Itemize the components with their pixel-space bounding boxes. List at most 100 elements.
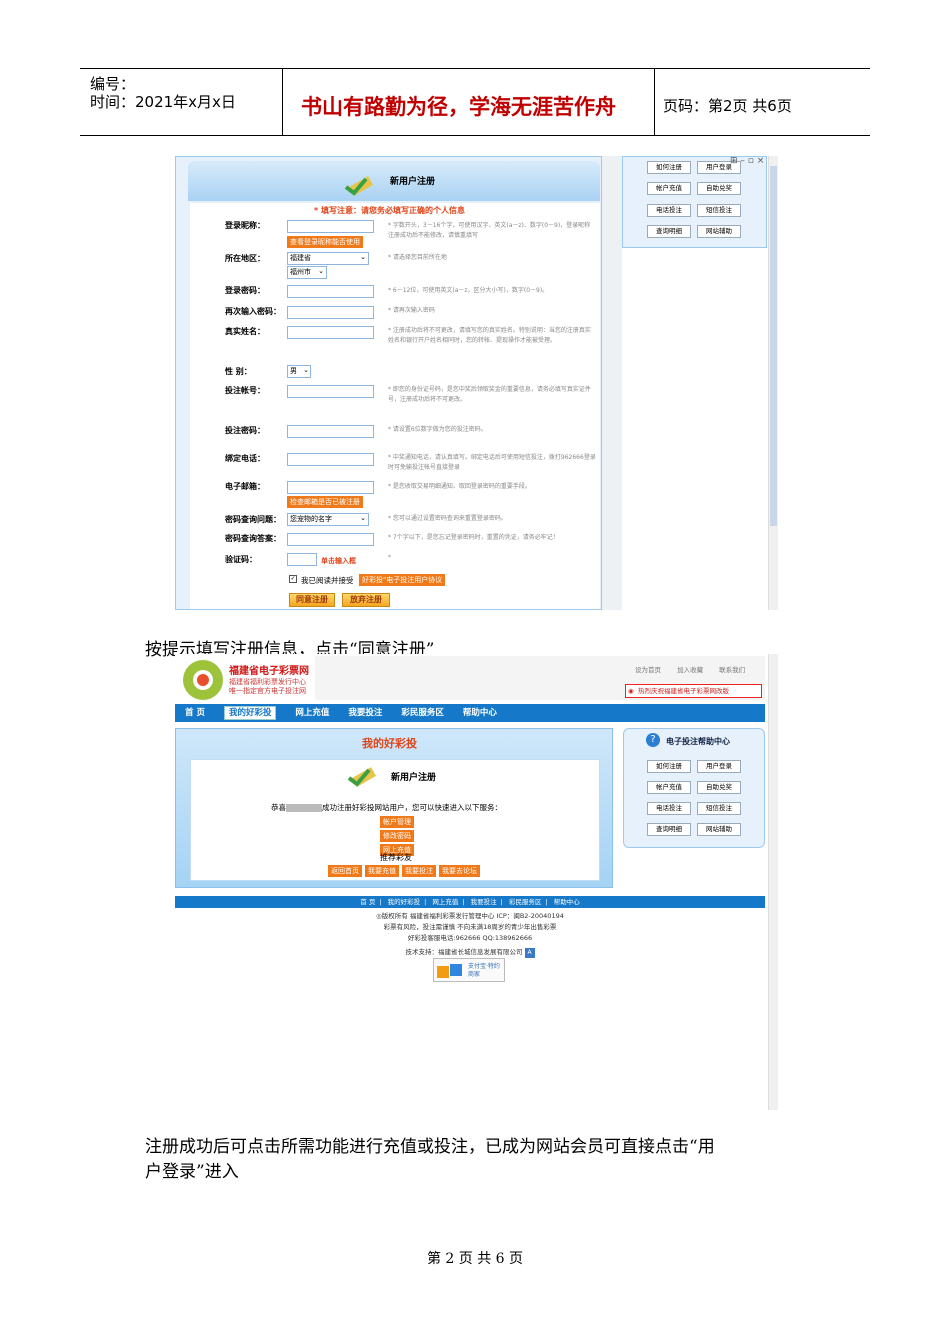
question-value: 您宠物的名字 bbox=[290, 515, 332, 523]
caption-2-line-2: 户登录”进入 bbox=[145, 1162, 239, 1182]
help-user-login[interactable]: 用户登录 bbox=[697, 760, 741, 773]
success-prefix: 恭喜 bbox=[271, 803, 286, 812]
bet-account-input[interactable] bbox=[287, 385, 374, 398]
alipay-label: 支付宝·特约商家 bbox=[468, 963, 500, 978]
footer-line-2: 彩票有风险，投注需谨慎 不向未满18周岁的青少年出售彩票 bbox=[383, 923, 557, 931]
side-sms-bet[interactable]: 短信投注 bbox=[697, 204, 741, 217]
label-password: 登录密码： bbox=[225, 286, 265, 295]
scrollbar-thumb[interactable] bbox=[770, 166, 777, 526]
footer-line-4: 技术支持：福建省长城信息发展有限公司 A bbox=[175, 947, 765, 958]
fnav-bet[interactable]: 我要投注 bbox=[471, 898, 497, 906]
hint-phone: * 中奖通知电话，请认真填写。绑定电话后可使用短信投注，拨打962666登录时可… bbox=[388, 454, 596, 471]
help-phone-bet[interactable]: 电话投注 bbox=[647, 802, 691, 815]
motto: 书山有路勤为径，学海无涯苦作舟 bbox=[301, 94, 616, 119]
agree-button[interactable]: 同意注册 bbox=[289, 593, 335, 607]
trust-badge-icon: A bbox=[524, 948, 535, 958]
hint-bet-password: * 请设置6位数字做为您的投注密码。 bbox=[388, 426, 487, 433]
go-bet-button[interactable]: 我要投注 bbox=[402, 865, 436, 877]
check-email-button[interactable]: 检查邮箱是否已被注册 bbox=[287, 496, 363, 508]
password-confirm-input[interactable] bbox=[287, 306, 374, 319]
fnav-recharge[interactable]: 网上充值 bbox=[432, 898, 458, 906]
check-nickname-button[interactable]: 查看登录昵称能否使用 bbox=[287, 236, 363, 248]
side-recharge[interactable]: 帐户充值 bbox=[647, 182, 691, 195]
side-query-detail[interactable]: 查询明细 bbox=[647, 225, 691, 238]
side-how-register[interactable]: 如何注册 bbox=[647, 161, 691, 174]
side-self-claim[interactable]: 自助兑奖 bbox=[697, 182, 741, 195]
fnav-service[interactable]: 彩民服务区 bbox=[509, 898, 542, 906]
realname-input[interactable] bbox=[287, 326, 374, 339]
help-recharge[interactable]: 帐户充值 bbox=[647, 781, 691, 794]
question-select[interactable]: 您宠物的名字 ⌄ bbox=[287, 513, 369, 526]
footer-line-1: ◎版权所有 福建省福利彩票发行管理中心 ICP：闽B2-20040194 bbox=[376, 912, 564, 920]
answer-input[interactable] bbox=[287, 533, 374, 546]
hint-realname: * 注册成功后将不可更改，请填写您的真实姓名。特别说明：当您的注册真实姓名和银行… bbox=[388, 327, 591, 344]
captcha-input[interactable] bbox=[287, 553, 317, 566]
scrollbar[interactable] bbox=[768, 654, 778, 1110]
service-password[interactable]: 修改密码 bbox=[380, 830, 414, 842]
go-recharge-button[interactable]: 我要充值 bbox=[365, 865, 399, 877]
puzzle-icon bbox=[437, 964, 462, 978]
label-password-confirm: 再次输入密码： bbox=[225, 307, 281, 316]
agree-text: 我已阅读并接受 bbox=[301, 576, 354, 585]
nav-help[interactable]: 帮助中心 bbox=[463, 708, 497, 718]
nickname-input[interactable] bbox=[287, 220, 374, 233]
contact-link[interactable]: 联系我们 bbox=[719, 666, 745, 674]
help-site-help[interactable]: 网站辅助 bbox=[697, 823, 741, 836]
help-self-claim[interactable]: 自助兑奖 bbox=[697, 781, 741, 794]
hint-bet-account: * 即您的身份证号码，是您中奖后领取奖金的重要信息，请务必填写真实证件号，注册成… bbox=[388, 386, 591, 403]
window-controls-icon[interactable]: ⊞ – ▫ × bbox=[730, 156, 764, 166]
footer-line-3: 好彩投客服电话:962666 QQ:138962666 bbox=[407, 934, 533, 942]
label-realname: 真实姓名： bbox=[225, 327, 265, 336]
go-forum-button[interactable]: 我要去论坛 bbox=[439, 865, 480, 877]
bet-password-input[interactable] bbox=[287, 425, 374, 438]
nav-bet[interactable]: 我要投注 bbox=[348, 708, 382, 718]
add-favorite-link[interactable]: 加入收藏 bbox=[677, 666, 703, 674]
success-content: 新用户注册 恭喜 成功注册好彩投网站用户，您可以快速进入以下服务： 帐户管理 修改… bbox=[190, 759, 600, 881]
back-home-button[interactable]: 返回首页 bbox=[328, 865, 362, 877]
page-footer: 第 2 页 共 6 页 bbox=[426, 1251, 524, 1267]
password-input[interactable] bbox=[287, 285, 374, 298]
label-region: 所在地区： bbox=[225, 254, 265, 263]
phone-input[interactable] bbox=[287, 453, 374, 466]
news-ticker: ◉ 热烈庆祝福建省电子彩票网改版 bbox=[625, 684, 762, 698]
my-lottery-title: 我的好彩投 bbox=[362, 737, 417, 750]
fnav-home[interactable]: 首 页 bbox=[360, 898, 375, 906]
agree-checkbox[interactable]: ✓ bbox=[289, 575, 297, 583]
help-center-title: 电子投注帮助中心 bbox=[666, 737, 730, 746]
nav-service[interactable]: 彩民服务区 bbox=[401, 708, 444, 718]
header-table: 编号： 时间：2021年x月x日 书山有路勤为径，学海无涯苦作舟 页码：第2页 … bbox=[80, 68, 870, 136]
side-site-help[interactable]: 网站辅助 bbox=[697, 225, 741, 238]
help-query-detail[interactable]: 查询明细 bbox=[647, 823, 691, 836]
captcha-link[interactable]: 单击输入框 bbox=[321, 556, 356, 566]
set-home-link[interactable]: 设为首页 bbox=[635, 666, 661, 674]
form-notice: * 填写注意：请您务必填写正确的个人信息 bbox=[314, 206, 465, 215]
cancel-button[interactable]: 放弃注册 bbox=[342, 593, 390, 607]
province-value: 福建省 bbox=[290, 254, 311, 262]
blurred-username bbox=[286, 804, 322, 812]
nav-my-lottery[interactable]: 我的好彩投 bbox=[223, 706, 277, 720]
lottery-logo-icon bbox=[183, 660, 223, 700]
help-sms-bet[interactable]: 短信投注 bbox=[697, 802, 741, 815]
alipay-badge: 支付宝·特约商家 bbox=[433, 958, 505, 982]
gender-select[interactable]: 男 ⌄ bbox=[287, 365, 311, 378]
recommend-friend[interactable]: 推荐彩友 bbox=[380, 852, 412, 863]
province-select[interactable]: 福建省 ⌄ bbox=[287, 252, 369, 265]
caption-2-line-1: 注册成功后可点击所需功能进行充值或投注，已成为网站会员可直接点击“用 bbox=[145, 1137, 715, 1157]
nav-home[interactable]: 首 页 bbox=[185, 708, 205, 718]
success-panel: 我的好彩投 新用户注册 恭喜 成功注册好彩投网站用户，您可以快速进入以下服务： 帐… bbox=[175, 728, 613, 888]
side-help-panel bbox=[622, 156, 767, 248]
chevron-down-icon: ⌄ bbox=[360, 253, 366, 261]
ticker-text: 热烈庆祝福建省电子彩票网改版 bbox=[638, 687, 729, 695]
nav-recharge[interactable]: 网上充值 bbox=[295, 708, 329, 718]
speaker-icon: ◉ bbox=[628, 687, 634, 695]
city-select[interactable]: 福州市 ⌄ bbox=[287, 266, 327, 279]
fnav-my-lottery[interactable]: 我的好彩投 bbox=[388, 898, 421, 906]
fnav-help[interactable]: 帮助中心 bbox=[554, 898, 580, 906]
email-input[interactable] bbox=[287, 481, 374, 494]
service-account[interactable]: 帐户管理 bbox=[380, 816, 414, 828]
scrollbar[interactable] bbox=[768, 156, 778, 610]
hint-question: * 您可以通过设置密码查询来重置登录密码。 bbox=[388, 515, 507, 522]
agreement-link[interactable]: 好彩投"电子投注用户协议 bbox=[359, 574, 446, 586]
help-how-register[interactable]: 如何注册 bbox=[647, 760, 691, 773]
side-phone-bet[interactable]: 电话投注 bbox=[647, 204, 691, 217]
